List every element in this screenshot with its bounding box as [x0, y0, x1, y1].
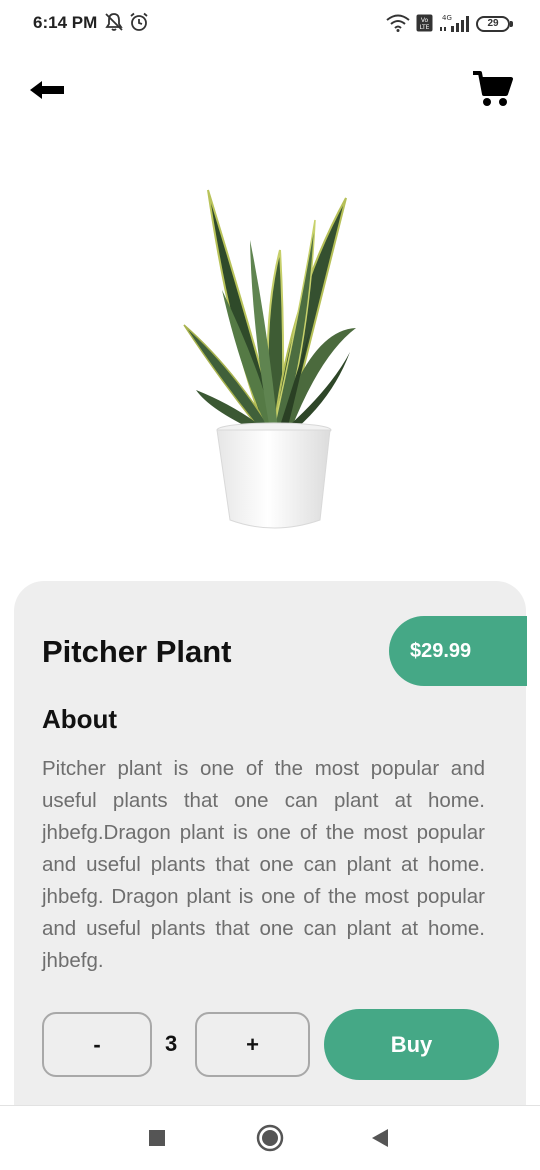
- alarm-icon: [130, 12, 148, 31]
- wifi-icon: [386, 14, 410, 32]
- svg-text:4G: 4G: [442, 14, 452, 22]
- status-bar: 6:14 PM Vo LTE 4G 29: [0, 0, 540, 46]
- home-circle-icon[interactable]: [256, 1124, 284, 1152]
- recents-square-icon[interactable]: [148, 1129, 166, 1147]
- cart-button[interactable]: [470, 68, 514, 112]
- decrease-quantity-button[interactable]: -: [42, 1012, 152, 1077]
- mute-icon: [105, 13, 123, 31]
- cart-icon: [473, 71, 513, 106]
- price-badge: $29.99: [389, 616, 527, 686]
- arrow-left-icon: [30, 81, 64, 99]
- product-name: Pitcher Plant: [42, 634, 232, 669]
- buy-button[interactable]: Buy: [324, 1009, 499, 1080]
- quantity-value: 3: [165, 1031, 178, 1056]
- back-triangle-icon[interactable]: [370, 1128, 390, 1148]
- signal-icon: 4G: [440, 14, 469, 32]
- battery-tip: [510, 21, 513, 27]
- back-button[interactable]: [26, 72, 70, 108]
- svg-text:LTE: LTE: [420, 24, 430, 31]
- increase-quantity-button[interactable]: +: [195, 1012, 310, 1077]
- about-description: Pitcher plant is one of the most popular…: [42, 757, 485, 972]
- about-heading: About: [42, 704, 118, 734]
- battery-icon: 29: [476, 16, 510, 32]
- plant-image: [183, 189, 356, 529]
- status-time: 6:14 PM: [33, 13, 98, 32]
- volte-icon: Vo LTE: [416, 14, 433, 32]
- svg-text:Vo: Vo: [421, 17, 429, 24]
- system-nav-bar: [0, 1105, 540, 1170]
